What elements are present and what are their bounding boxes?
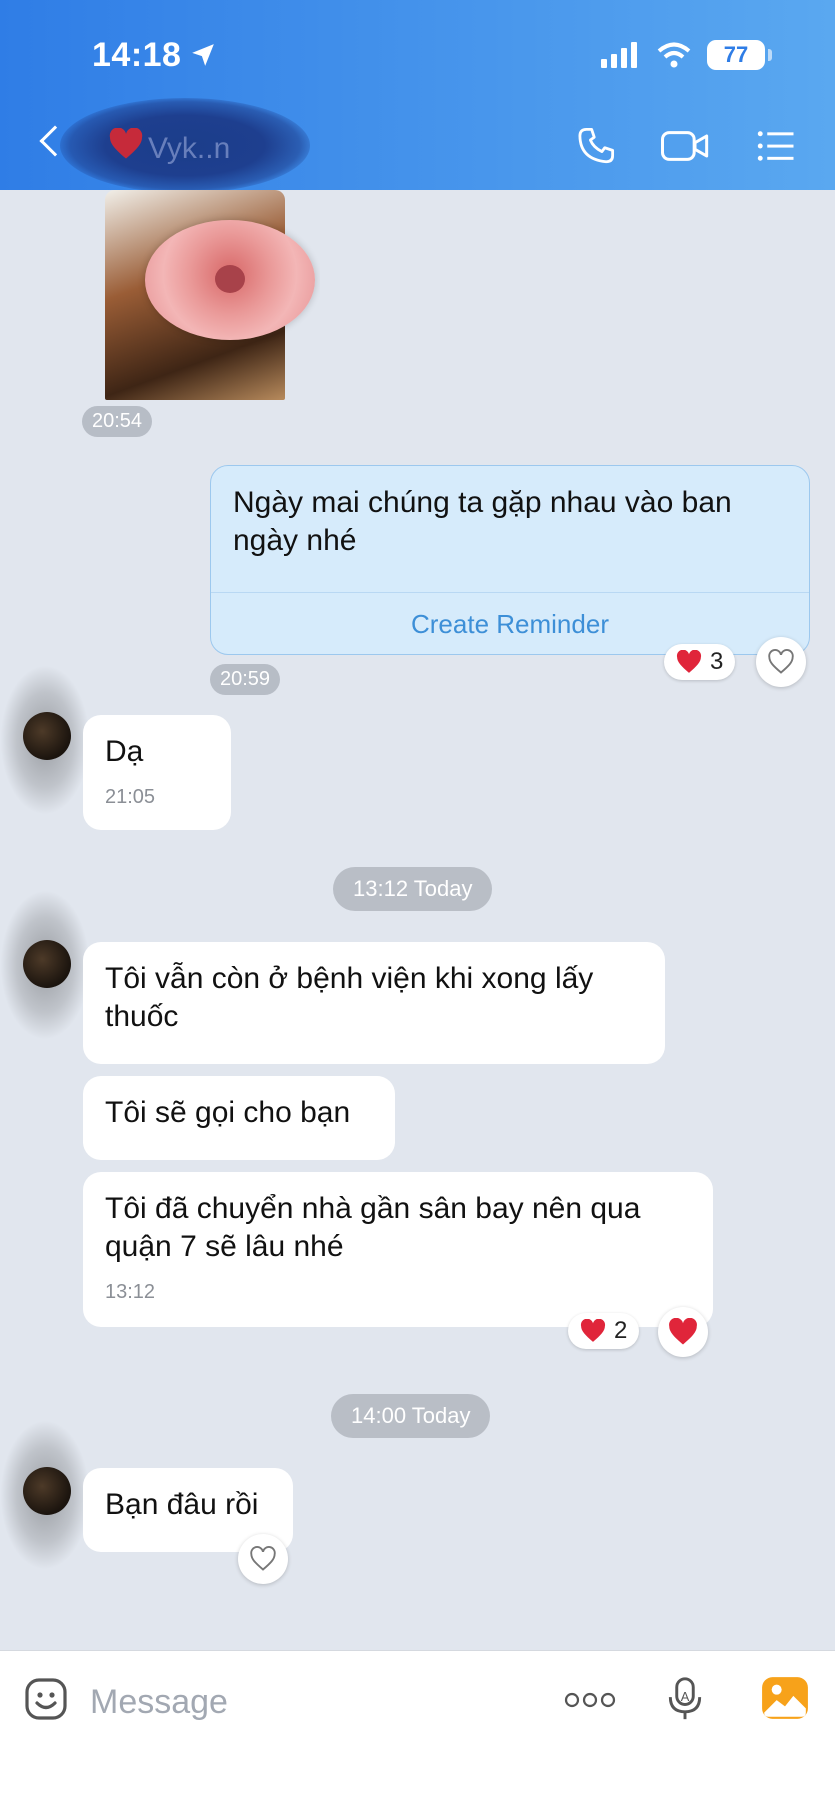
react-button[interactable]: [756, 637, 806, 687]
incoming-message-text: Tôi sẽ gọi cho bạn: [105, 1096, 351, 1129]
menu-list-icon[interactable]: [755, 125, 797, 167]
reaction-summary[interactable]: 2: [568, 1313, 640, 1349]
video-call-icon[interactable]: [660, 125, 710, 167]
kiss-cow-sticker[interactable]: [100, 190, 320, 400]
gallery-icon[interactable]: [760, 1673, 810, 1723]
sticker-time: 20:54: [82, 406, 153, 437]
location-arrow-icon: [192, 44, 214, 66]
incoming-message[interactable]: Dạ 21:05: [83, 715, 231, 830]
reaction-count: 3: [710, 648, 724, 675]
incoming-message-text: Bạn đâu rồi: [105, 1488, 259, 1521]
react-button[interactable]: [238, 1534, 288, 1584]
phone-icon[interactable]: [575, 125, 617, 167]
incoming-message-text: Tôi đã chuyển nhà gần sân bay nên qua qu…: [105, 1192, 641, 1263]
status-time: 14:18: [92, 36, 182, 74]
date-separator: 14:00 Today: [331, 1394, 491, 1438]
wifi-icon: [657, 42, 691, 68]
heart-outline-icon: [250, 1546, 276, 1571]
incoming-message[interactable]: Tôi sẽ gọi cho bạn: [83, 1076, 395, 1160]
message-time: 13:12: [105, 1281, 156, 1303]
contact-name[interactable]: Vyk..n: [148, 132, 230, 166]
incoming-message-text: Dạ: [105, 735, 144, 768]
battery-indicator: 77: [707, 40, 772, 70]
red-heart-icon: [676, 650, 702, 673]
red-heart-icon: [669, 1318, 697, 1345]
emoji-sticker-icon[interactable]: [22, 1675, 70, 1723]
outgoing-message[interactable]: Ngày mai chúng ta gặp nhau vào ban ngày …: [210, 465, 810, 655]
date-separator: 13:12 Today: [333, 867, 493, 911]
reaction-count: 2: [614, 1317, 628, 1344]
sender-avatar[interactable]: [23, 1467, 71, 1515]
red-heart-icon: [580, 1319, 606, 1342]
reaction-summary[interactable]: 3: [664, 644, 736, 680]
incoming-message[interactable]: Tôi đã chuyển nhà gần sân bay nên qua qu…: [83, 1172, 713, 1327]
signal-icon: [601, 42, 637, 68]
react-button[interactable]: [658, 1307, 708, 1357]
heart-outline-icon: [768, 649, 794, 674]
message-composer: A: [0, 1650, 835, 1810]
message-time: 21:05: [105, 786, 156, 808]
message-input[interactable]: [90, 1679, 520, 1725]
sender-avatar[interactable]: [23, 712, 71, 760]
outgoing-message-text: Ngày mai chúng ta gặp nhau vào ban ngày …: [233, 486, 732, 557]
more-options-icon[interactable]: [563, 1689, 617, 1711]
lips-image: [145, 220, 315, 340]
incoming-message-text: Tôi vẫn còn ở bệnh viện khi xong lấy thu…: [105, 962, 594, 1033]
outgoing-time: 20:59: [210, 664, 281, 695]
incoming-message[interactable]: Tôi vẫn còn ở bệnh viện khi xong lấy thu…: [83, 942, 665, 1064]
voice-message-icon[interactable]: A: [663, 1675, 707, 1723]
sender-avatar[interactable]: [23, 940, 71, 988]
chat-header: 14:18 77 Vyk..n: [0, 0, 835, 193]
svg-text:A: A: [681, 1689, 690, 1704]
heart-icon: [109, 128, 143, 159]
